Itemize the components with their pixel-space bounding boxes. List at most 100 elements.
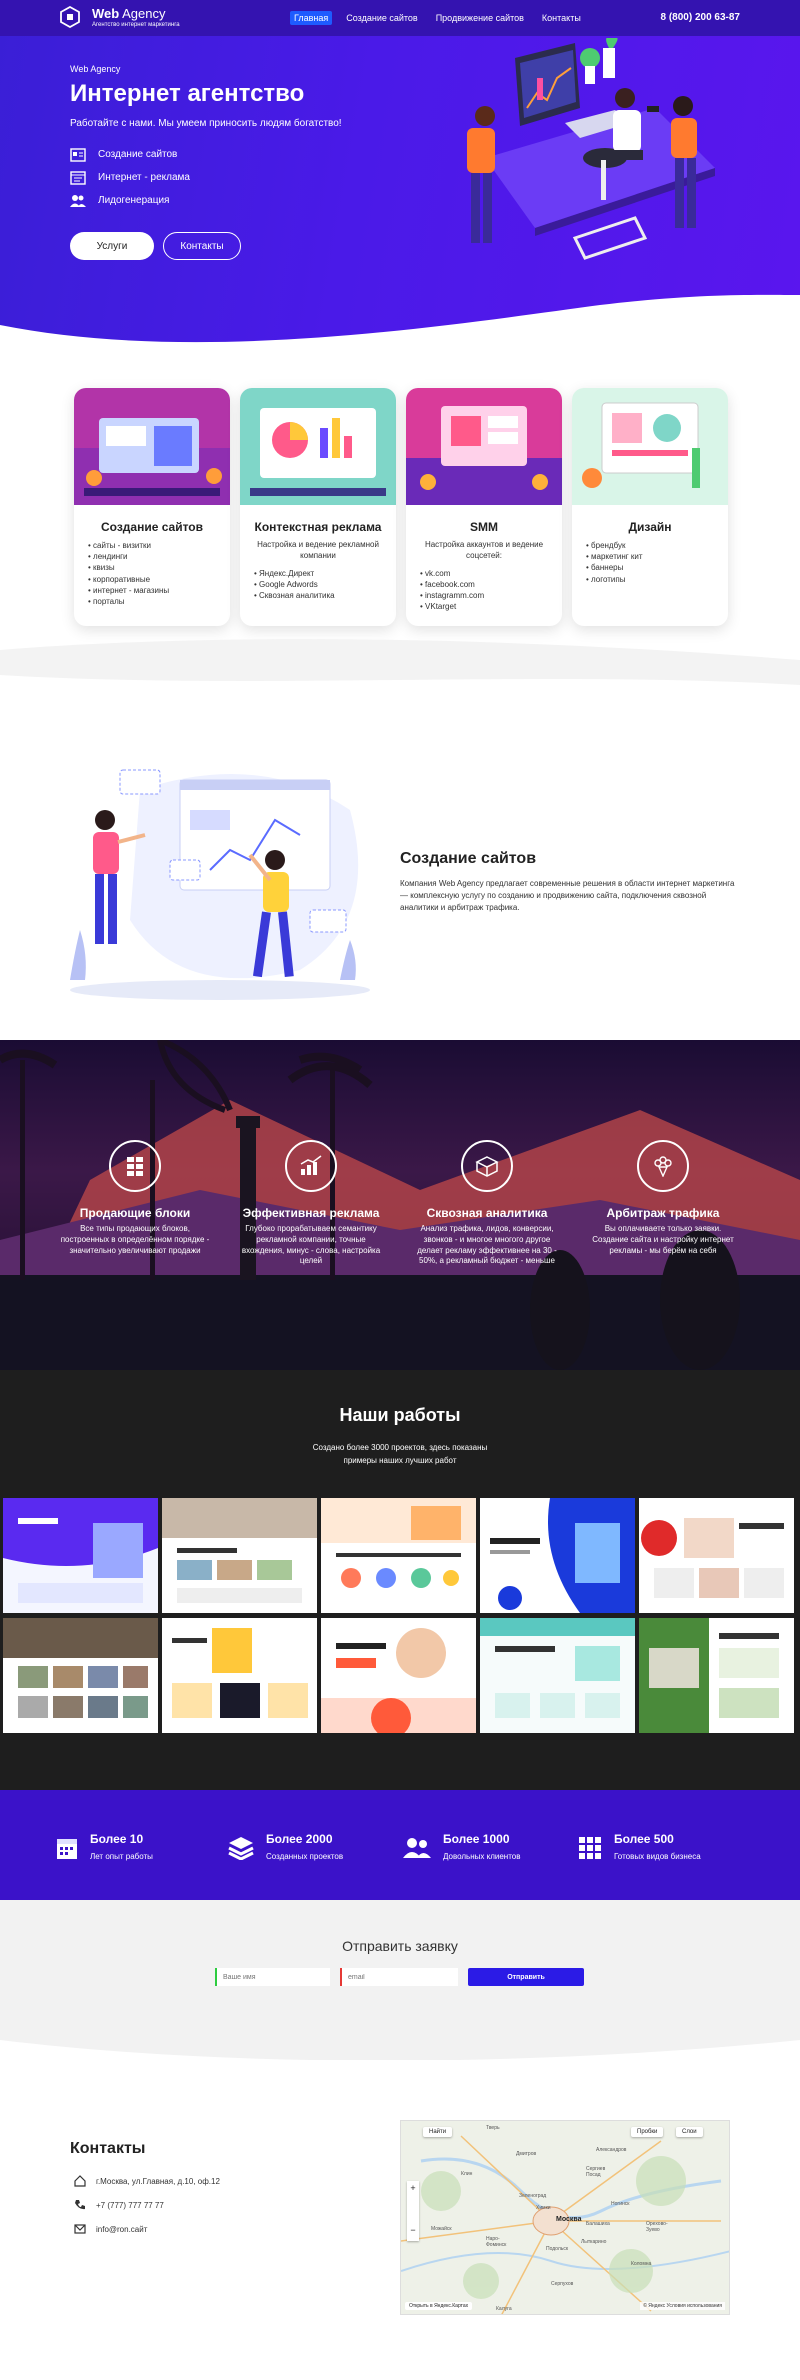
chart-up-icon (300, 1155, 322, 1175)
work-thumbnail[interactable] (3, 1618, 158, 1733)
hero-subtitle: Работайте с нами. Мы умеем приносить люд… (70, 118, 342, 129)
phone-icon (75, 2200, 85, 2210)
hero-title: Интернет агентство (70, 80, 305, 107)
mail-icon (74, 2224, 86, 2234)
work-thumbnail[interactable] (480, 1498, 635, 1613)
feature-text: Вы оплачиваете только заявки. Создание с… (592, 1224, 734, 1255)
service-card[interactable]: Дизайн брендбук маркетинг кит баннеры ло… (572, 388, 728, 626)
service-desc: Настройка аккаунтов и ведение соцсетей: (424, 540, 544, 560)
work-thumbnail[interactable] (639, 1498, 794, 1613)
stat-label: Лет опыт работы (90, 1852, 153, 1861)
contact-phone[interactable]: +7 (777) 777 77 77 (74, 2199, 164, 2211)
about-illustration (70, 769, 370, 1000)
stat-label: Готовых видов бизнеса (614, 1852, 701, 1861)
service-card[interactable]: SMM Настройка аккаунтов и ведение соцсет… (406, 388, 562, 626)
work-thumbnail[interactable] (321, 1498, 476, 1613)
contacts-section: Контакты г.Москва, ул.Главная, д.10, оф.… (0, 2060, 800, 2380)
logo-subtitle: Агентство интернет маркетинга (92, 22, 180, 28)
map-zoom-control[interactable]: + − (407, 2181, 419, 2241)
feature-item: Продающие блоки Все типы продающих блоко… (60, 1140, 210, 1256)
service-title: Создание сайтов (100, 520, 204, 534)
map-layers-button[interactable]: Слои (676, 2127, 703, 2137)
map-traffic-button[interactable]: Пробки (631, 2127, 664, 2137)
map-copyright: © Яндекс Условия использования (640, 2302, 725, 2310)
hero-wave (0, 294, 800, 360)
feature-item: Эффективная реклама Глубоко прорабатывае… (236, 1140, 386, 1267)
feature-title: Эффективная реклама (242, 1206, 380, 1220)
menu-item-home[interactable]: Главная (290, 11, 333, 25)
service-title: Контекстная реклама (254, 520, 382, 534)
feature-text: Глубоко прорабатываем семантику рекламно… (241, 1224, 381, 1266)
work-thumbnail[interactable] (162, 1498, 317, 1613)
feature-title: Сквозная аналитика (426, 1206, 548, 1220)
map-open-link[interactable]: Открыть в Яндекс.Картах (405, 2302, 473, 2310)
works-text: Создано более 3000 проектов, здесь показ… (312, 1443, 488, 1465)
service-card-image (572, 388, 728, 505)
about-section: Создание сайтов Компания Web Agency пред… (0, 700, 800, 1040)
contact-email[interactable]: info@ron.сайт (74, 2223, 147, 2235)
menu-item-contacts[interactable]: Контакты (538, 11, 585, 25)
logo-title[interactable]: Web Agency (92, 6, 165, 21)
feature-icon-circle (285, 1140, 337, 1192)
stat-item: Более 1000 Довольных клиентов (403, 1832, 520, 1864)
map-find-button[interactable]: Найти (423, 2127, 453, 2137)
menu-item-websites[interactable]: Создание сайтов (342, 11, 421, 25)
service-card-image (74, 388, 230, 505)
form-title: Отправить заявку (342, 1938, 458, 1954)
work-thumbnail[interactable] (639, 1618, 794, 1733)
stat-item: Более 500 Готовых видов бизнеса (578, 1832, 701, 1864)
feature-text: Все типы продающих блоков, построенных в… (60, 1224, 210, 1255)
submit-button[interactable]: Отправить (468, 1968, 584, 1986)
users-icon (70, 194, 86, 207)
home-icon (74, 2175, 86, 2187)
services-button[interactable]: Услуги (70, 232, 154, 260)
service-cards: Создание сайтов сайты - визитки лендинги… (74, 388, 728, 626)
works-gallery (3, 1498, 794, 1733)
contacts-button[interactable]: Контакты (163, 232, 241, 260)
stat-label: Созданных проектов (266, 1852, 344, 1861)
yandex-map[interactable]: Найти Пробки Слои + − Тверь Дмитров Серги… (400, 2120, 730, 2315)
service-card[interactable]: Создание сайтов сайты - визитки лендинги… (74, 388, 230, 626)
hero-bullet: Создание сайтов (70, 143, 190, 166)
menu-item-promotion[interactable]: Продвижение сайтов (432, 11, 528, 25)
hero-kicker: Web Agency (70, 64, 121, 74)
work-thumbnail[interactable] (480, 1618, 635, 1733)
work-thumbnail[interactable] (162, 1618, 317, 1733)
email-input[interactable] (340, 1968, 458, 1986)
feature-icon-circle (109, 1140, 161, 1192)
works-title: Наши работы (339, 1405, 461, 1425)
stat-value: Более 500 (614, 1832, 674, 1846)
feature-title: Продающие блоки (79, 1206, 191, 1220)
header-phone[interactable]: 8 (800) 200 63-87 (660, 12, 740, 23)
feature-title: Арбитраж трафика (606, 1206, 720, 1220)
feature-text: Анализ трафика, лидов, конверсии, звонко… (417, 1224, 557, 1266)
service-list: брендбук маркетинг кит баннеры логотипы (572, 540, 728, 585)
logo-icon[interactable] (60, 6, 80, 28)
hero-illustration (467, 38, 715, 260)
about-title: Создание сайтов (400, 850, 537, 867)
calendar-icon (57, 1839, 77, 1859)
work-thumbnail[interactable] (3, 1498, 158, 1613)
stat-value: Более 10 (90, 1832, 144, 1846)
feature-item: Арбитраж трафика Вы оплачиваете только з… (588, 1140, 738, 1256)
service-desc: Настройка и ведение рекламной компании (257, 540, 379, 560)
ad-icon (70, 170, 86, 185)
feature-icon-circle (461, 1140, 513, 1192)
features-section: Продающие блоки Все типы продающих блоко… (0, 1040, 800, 1370)
work-thumbnail[interactable] (321, 1618, 476, 1733)
apps-icon (579, 1837, 601, 1859)
main-menu: Главная Создание сайтов Продвижение сайт… (290, 11, 585, 25)
stat-value: Более 1000 (443, 1832, 510, 1846)
works-section: Наши работы Создано более 3000 проектов,… (0, 1370, 800, 1790)
box-icon (475, 1156, 499, 1177)
service-list: vk.com facebook.com instagramm.com VKtar… (406, 568, 562, 613)
contacts-title: Контакты (70, 2140, 146, 2157)
grid-icon (127, 1157, 143, 1176)
service-card-image (406, 388, 562, 505)
top-navbar: Web Agency Агентство интернет маркетинга… (0, 0, 800, 36)
service-card[interactable]: Контекстная реклама Настройка и ведение … (240, 388, 396, 626)
bouquet-icon (654, 1156, 672, 1177)
name-input[interactable] (215, 1968, 330, 1986)
hero-bullet: Лидогенерация (70, 189, 190, 212)
browser-icon (70, 147, 86, 162)
